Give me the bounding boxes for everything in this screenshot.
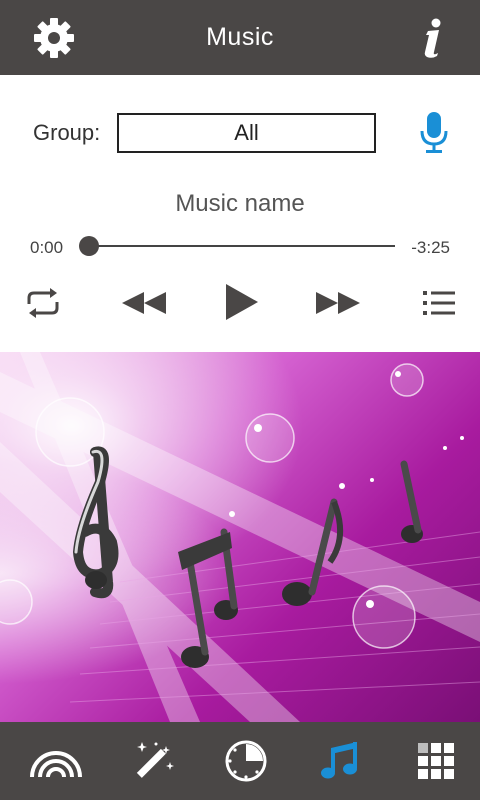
seek-thumb[interactable] xyxy=(79,236,99,256)
magic-wand-icon[interactable] xyxy=(124,738,180,784)
track-name: Music name xyxy=(175,190,305,217)
bottom-nav xyxy=(0,722,480,800)
microphone-icon[interactable] xyxy=(416,110,452,156)
album-artwork xyxy=(0,352,480,722)
play-icon[interactable] xyxy=(222,280,262,320)
rewind-icon[interactable] xyxy=(120,284,168,322)
fast-forward-icon[interactable] xyxy=(314,284,362,322)
rainbow-icon[interactable] xyxy=(28,738,84,784)
grid-icon[interactable] xyxy=(408,738,464,784)
repeat-icon[interactable] xyxy=(24,284,62,322)
seek-bar[interactable] xyxy=(90,245,395,247)
group-select[interactable]: All xyxy=(117,113,376,153)
info-icon[interactable] xyxy=(408,14,456,62)
timer-icon[interactable] xyxy=(218,738,274,784)
playlist-icon[interactable] xyxy=(422,284,456,322)
music-note-icon[interactable] xyxy=(312,738,368,784)
elapsed-time: 0:00 xyxy=(30,238,64,257)
remaining-time: -3:25 xyxy=(411,238,450,257)
group-row: Group: All xyxy=(0,110,480,156)
group-label: Group: xyxy=(33,120,101,145)
top-bar: Music xyxy=(0,0,480,75)
